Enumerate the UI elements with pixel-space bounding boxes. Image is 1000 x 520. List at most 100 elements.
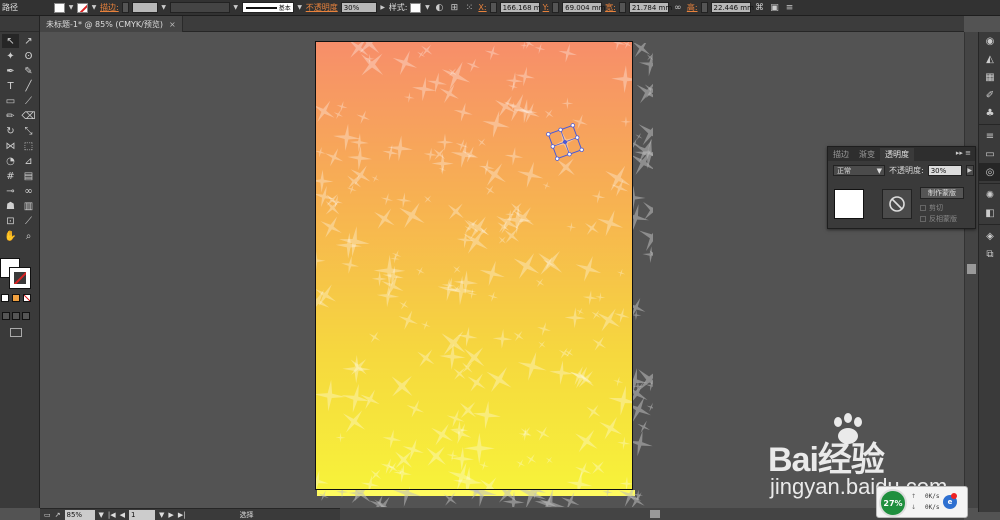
rectangle-tool-icon[interactable]: ▭ [2,94,19,108]
horizontal-scroll-thumb[interactable] [650,510,660,518]
free-transform-tool-icon[interactable]: ⬚ [20,139,37,153]
blend-mode-select[interactable]: 正常 ▼ [833,165,885,176]
align-icon[interactable]: ⊞ [448,2,460,14]
color-mode-button[interactable] [1,294,9,302]
symbol-sprayer-tool-icon[interactable]: ☗ [2,199,19,213]
transparency-panel-icon[interactable]: ◎ [979,163,1000,181]
screen-mode-icon[interactable] [10,328,22,337]
reference-point-icon[interactable]: ⁙ [463,2,475,14]
rotate-tool-icon[interactable]: ↻ [2,124,19,138]
panel-menu-icon[interactable]: ≡ [784,2,796,14]
zoom-dropdown-icon[interactable]: ▼ [99,511,104,519]
opacity-slider-icon[interactable]: ▶ [965,165,974,176]
share-icon[interactable]: ↗ [55,511,61,519]
recolor-icon[interactable]: ◐ [433,2,445,14]
opacity-dropdown-icon[interactable]: ▶ [380,3,386,13]
first-artboard-icon[interactable]: |◀ [108,511,116,519]
profile-dropdown-icon[interactable]: ▼ [233,3,239,13]
h-field[interactable]: 22.446 mm [710,2,754,13]
line-tool-icon[interactable]: ╱ [20,79,37,93]
color-guide-icon[interactable]: ◭ [979,50,1000,68]
h-spinner[interactable] [700,2,708,13]
lasso-tool-icon[interactable]: ʘ [20,49,37,63]
mask-thumbnail[interactable] [882,189,912,219]
x-spinner[interactable] [489,2,497,13]
type-tool-icon[interactable]: T [2,79,19,93]
next-artboard-icon[interactable]: ▶ [168,511,173,519]
graphic-styles-panel-icon[interactable]: ◧ [979,204,1000,222]
magic-wand-tool-icon[interactable]: ✦ [2,49,19,63]
close-tab-icon[interactable]: × [169,20,176,29]
stroke-weight-label[interactable]: 描边: [100,2,119,13]
stroke-weight-spinner[interactable] [121,2,129,13]
color-panel-icon[interactable]: ◉ [979,32,1000,50]
x-field[interactable]: 166.168 m [499,2,541,13]
gradient-panel-icon[interactable]: ▭ [979,145,1000,163]
style-dropdown-icon[interactable]: ▼ [424,3,430,13]
column-graph-tool-icon[interactable]: ▥ [20,199,37,213]
artboard-nav-icon[interactable]: ▭ [44,511,51,519]
scale-tool-icon[interactable]: ⤡ [20,124,37,138]
appearance-panel-icon[interactable]: ✺ [979,186,1000,204]
clip-checkbox[interactable]: 剪切 [920,203,943,213]
eyedropper-tool-icon[interactable]: ⊸ [2,184,19,198]
tab-stroke[interactable]: 描边 [828,148,854,161]
blend-tool-icon[interactable]: ∞ [20,184,37,198]
artboard[interactable] [315,41,633,490]
perspective-grid-tool-icon[interactable]: ⊿ [20,154,37,168]
transparency-opacity-field[interactable]: 30% [927,165,962,176]
tools-panel-grip[interactable] [0,16,39,32]
invert-mask-checkbox[interactable]: 反相蒙版 [920,214,957,224]
selection-tool-icon[interactable]: ↖ [2,34,19,48]
tab-gradient[interactable]: 渐变 [854,148,880,161]
tab-transparency[interactable]: 透明度 [880,148,914,161]
pencil-tool-icon[interactable]: ✏ [2,109,19,123]
stroke-color-box[interactable] [9,267,31,289]
graphic-style-swatch[interactable] [410,2,422,13]
width-tool-icon[interactable]: ⋈ [2,139,19,153]
direct-selection-tool-icon[interactable]: ↗ [20,34,37,48]
artboard-dropdown-icon[interactable]: ▼ [159,511,164,519]
artboard-number-field[interactable]: 1 [129,509,156,520]
draw-behind-icon[interactable] [12,312,20,320]
stroke-dropdown-icon[interactable]: ▼ [91,3,97,13]
brush-definition[interactable]: 基本 [241,2,294,13]
horizontal-scrollbar[interactable] [340,508,964,520]
w-spinner[interactable] [618,2,626,13]
object-thumbnail[interactable] [834,189,864,219]
zoom-tool-icon[interactable]: ⌕ [20,229,37,243]
symbols-panel-icon[interactable]: ♣ [979,104,1000,122]
link-icon[interactable]: ∞ [672,2,684,14]
network-speed-widget[interactable]: 27% ↑ 0K/s ↓ 0K/s e [876,486,968,518]
document-tab[interactable]: 未标题-1* @ 85% (CMYK/预览) × [40,16,183,32]
w-field[interactable]: 21.784 mm [628,2,672,13]
fill-dropdown-icon[interactable]: ▼ [68,3,74,13]
y-spinner[interactable] [552,2,560,13]
stroke-swatch[interactable] [77,2,88,13]
panel-menu-icon[interactable]: ▸▸ ≡ [956,149,971,157]
fill-swatch[interactable] [54,2,65,13]
isolate-icon[interactable]: ▣ [769,2,781,14]
gradient-tool-icon[interactable]: ▤ [20,169,37,183]
make-mask-button[interactable]: 制作蒙版 [920,187,964,199]
brush-dropdown-icon[interactable]: ▼ [297,3,303,13]
stroke-panel-icon[interactable]: ≡ [979,127,1000,145]
variable-width-profile[interactable] [169,2,230,13]
swatches-panel-icon[interactable]: ▦ [979,68,1000,86]
opacity-field[interactable]: 30% [340,2,377,13]
paintbrush-tool-icon[interactable]: ⟋ [20,94,37,108]
y-field[interactable]: 69.004 mm [562,2,605,13]
mesh-tool-icon[interactable]: # [2,169,19,183]
previous-artboard-icon[interactable]: ◀ [120,511,125,519]
opacity-label[interactable]: 不透明度 [306,2,338,13]
shape-builder-tool-icon[interactable]: ◔ [2,154,19,168]
layers-panel-icon[interactable]: ◈ [979,227,1000,245]
pen-tool-icon[interactable]: ✒ [2,64,19,78]
eraser-tool-icon[interactable]: ⌫ [20,109,37,123]
none-mode-button[interactable] [23,294,31,302]
hand-tool-icon[interactable]: ✋ [2,229,19,243]
stroke-weight-dropdown-icon[interactable]: ▼ [161,3,167,13]
brushes-panel-icon[interactable]: ✐ [979,86,1000,104]
draw-normal-icon[interactable] [2,312,10,320]
artboards-panel-icon[interactable]: ⧉ [979,245,1000,263]
